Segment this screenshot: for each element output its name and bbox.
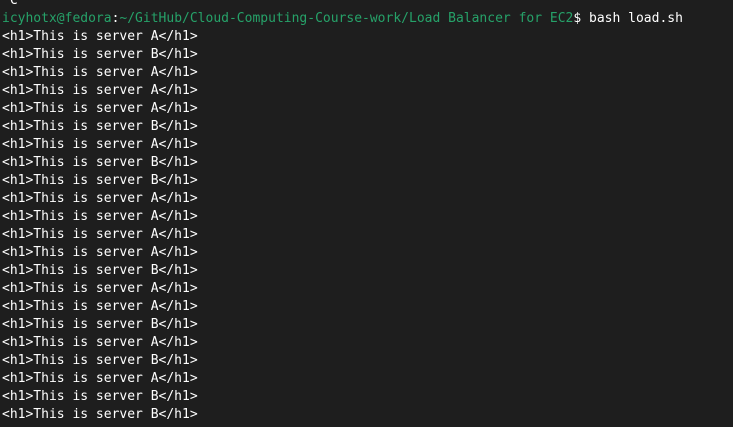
output-line: <h1>This is server A</h1>	[2, 191, 198, 206]
command-output: <h1>This is server A</h1> <h1>This is ser…	[2, 28, 733, 424]
prompt-line: icyhotx@fedora:~/GitHub/Cloud-Computing-…	[2, 10, 733, 28]
output-line: <h1>This is server B</h1>	[2, 47, 198, 62]
output-line: <h1>This is server A</h1>	[2, 371, 198, 386]
output-line: <h1>This is server A</h1>	[2, 137, 198, 152]
output-line: <h1>This is server A</h1>	[2, 29, 198, 44]
output-line: <h1>This is server B</h1>	[2, 173, 198, 188]
output-line: <h1>This is server A</h1>	[2, 281, 198, 296]
output-line: <h1>This is server A</h1>	[2, 101, 198, 116]
output-line: <h1>This is server B</h1>	[2, 155, 198, 170]
prompt-sigil: $	[573, 11, 582, 26]
output-line: <h1>This is server A</h1>	[2, 83, 198, 98]
output-line: <h1>This is server A</h1>	[2, 65, 198, 80]
output-line: <h1>This is server B</h1>	[2, 407, 198, 422]
terminal-window[interactable]: ^C icyhotx@fedora:~/GitHub/Cloud-Computi…	[0, 0, 733, 427]
prompt-user-host: icyhotx@fedora	[2, 11, 112, 26]
entered-command: bash load.sh	[581, 11, 683, 26]
output-line: <h1>This is server B</h1>	[2, 353, 198, 368]
prompt-path: ~/GitHub/Cloud-Computing-Course-work/Loa…	[119, 11, 574, 26]
output-line: <h1>This is server B</h1>	[2, 389, 198, 404]
output-line: <h1>This is server B</h1>	[2, 317, 198, 332]
output-line: <h1>This is server B</h1>	[2, 263, 198, 278]
output-line: <h1>This is server A</h1>	[2, 227, 198, 242]
output-line: <h1>This is server A</h1>	[2, 299, 198, 314]
output-line: <h1>This is server A</h1>	[2, 245, 198, 260]
output-line: <h1>This is server A</h1>	[2, 335, 198, 350]
interrupt-line: ^C	[2, 0, 18, 8]
output-line: <h1>This is server B</h1>	[2, 119, 198, 134]
output-line: <h1>This is server A</h1>	[2, 209, 198, 224]
